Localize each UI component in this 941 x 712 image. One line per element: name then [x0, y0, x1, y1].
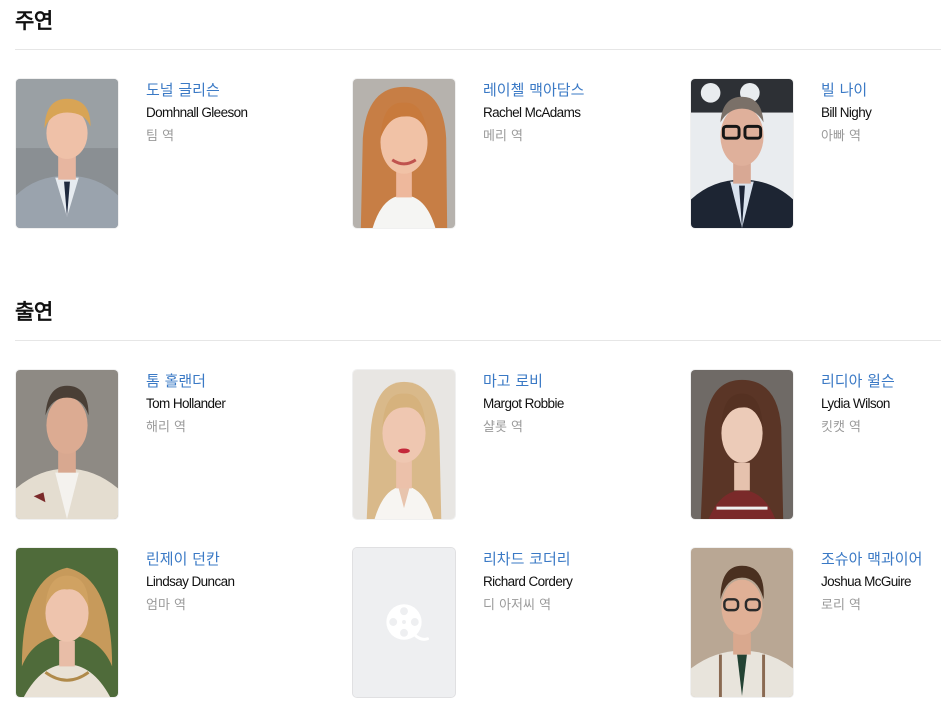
korean-name-link[interactable]: 마고 로비	[483, 371, 673, 391]
cast-card-margot-robbie[interactable]: 마고 로비 Margot Robbie 샬롯 역	[352, 369, 672, 521]
role-text: 팀 역	[146, 129, 175, 144]
english-name: Joshua McGuire	[821, 574, 911, 589]
cast-info: 조슈아 맥과이어 Joshua McGuire 로리 역	[821, 549, 941, 616]
cast-info: 톰 홀랜더 Tom Hollander 해리 역	[146, 371, 336, 438]
cast-page: 주연 도널 글리슨 Domhnall Gleeson 팀 역 레이첼 맥아담스 …	[0, 0, 941, 712]
cast-info: 리차드 코더리 Richard Cordery 디 아저씨 역	[483, 549, 673, 616]
cast-info: 리디아 윌슨 Lydia Wilson 킷캣 역	[821, 371, 941, 438]
role-text: 엄마 역	[146, 598, 187, 613]
lead-cast-section: 주연 도널 글리슨 Domhnall Gleeson 팀 역 레이첼 맥아담스 …	[15, 6, 941, 236]
cast-card-tom-hollander[interactable]: 톰 홀랜더 Tom Hollander 해리 역	[15, 369, 335, 521]
actor-photo[interactable]	[15, 547, 119, 698]
role-text: 킷캣 역	[821, 420, 862, 435]
section-divider	[15, 49, 941, 50]
cast-info: 레이첼 맥아담스 Rachel McAdams 메리 역	[483, 80, 673, 147]
cast-card-domhnall-gleeson[interactable]: 도널 글리슨 Domhnall Gleeson 팀 역	[15, 78, 335, 230]
cast-card-lydia-wilson[interactable]: 리디아 윌슨 Lydia Wilson 킷캣 역	[690, 369, 941, 521]
supporting-cast-section: 출연 톰 홀랜더 Tom Hollander 해리 역 마고 로비 Margot…	[15, 297, 941, 707]
korean-name-link[interactable]: 리디아 윌슨	[821, 371, 941, 391]
korean-name-link[interactable]: 린제이 던칸	[146, 549, 336, 569]
section-title-lead: 주연	[15, 9, 53, 33]
english-name: Tom Hollander	[146, 396, 226, 411]
korean-name-link[interactable]: 도널 글리슨	[146, 80, 336, 100]
role-text: 메리 역	[483, 129, 524, 144]
actor-photo[interactable]	[15, 78, 119, 229]
actor-photo[interactable]	[690, 78, 794, 229]
cast-card-lindsay-duncan[interactable]: 린제이 던칸 Lindsay Duncan 엄마 역	[15, 547, 335, 699]
role-text: 샬롯 역	[483, 420, 524, 435]
korean-name-link[interactable]: 리차드 코더리	[483, 549, 673, 569]
korean-name-link[interactable]: 빌 나이	[821, 80, 941, 100]
korean-name-link[interactable]: 조슈아 맥과이어	[821, 549, 941, 569]
cast-card-joshua-mcguire[interactable]: 조슈아 맥과이어 Joshua McGuire 로리 역	[690, 547, 941, 699]
english-name: Domhnall Gleeson	[146, 105, 248, 120]
korean-name-link[interactable]: 톰 홀랜더	[146, 371, 336, 391]
korean-name-link[interactable]: 레이첼 맥아담스	[483, 80, 673, 100]
english-name: Bill Nighy	[821, 105, 872, 120]
cast-info: 마고 로비 Margot Robbie 샬롯 역	[483, 371, 673, 438]
english-name: Richard Cordery	[483, 574, 573, 589]
no-photo-placeholder[interactable]	[352, 547, 456, 698]
actor-photo[interactable]	[15, 369, 119, 520]
role-text: 로리 역	[821, 598, 862, 613]
english-name: Rachel McAdams	[483, 105, 581, 120]
actor-photo[interactable]	[352, 78, 456, 229]
cast-info: 빌 나이 Bill Nighy 아빠 역	[821, 80, 941, 147]
cast-card-bill-nighy[interactable]: 빌 나이 Bill Nighy 아빠 역	[690, 78, 941, 230]
actor-photo[interactable]	[690, 369, 794, 520]
section-title-supporting: 출연	[15, 300, 53, 324]
role-text: 해리 역	[146, 420, 187, 435]
english-name: Lindsay Duncan	[146, 574, 235, 589]
cast-card-richard-cordery[interactable]: 리차드 코더리 Richard Cordery 디 아저씨 역	[352, 547, 672, 699]
actor-photo[interactable]	[352, 369, 456, 520]
role-text: 디 아저씨 역	[483, 598, 552, 613]
film-reel-placeholder-icon	[353, 548, 455, 697]
role-text: 아빠 역	[821, 129, 862, 144]
english-name: Margot Robbie	[483, 396, 564, 411]
english-name: Lydia Wilson	[821, 396, 890, 411]
actor-photo[interactable]	[690, 547, 794, 698]
cast-info: 린제이 던칸 Lindsay Duncan 엄마 역	[146, 549, 336, 616]
cast-card-rachel-mcadams[interactable]: 레이첼 맥아담스 Rachel McAdams 메리 역	[352, 78, 672, 230]
cast-info: 도널 글리슨 Domhnall Gleeson 팀 역	[146, 80, 336, 147]
section-divider	[15, 340, 941, 341]
